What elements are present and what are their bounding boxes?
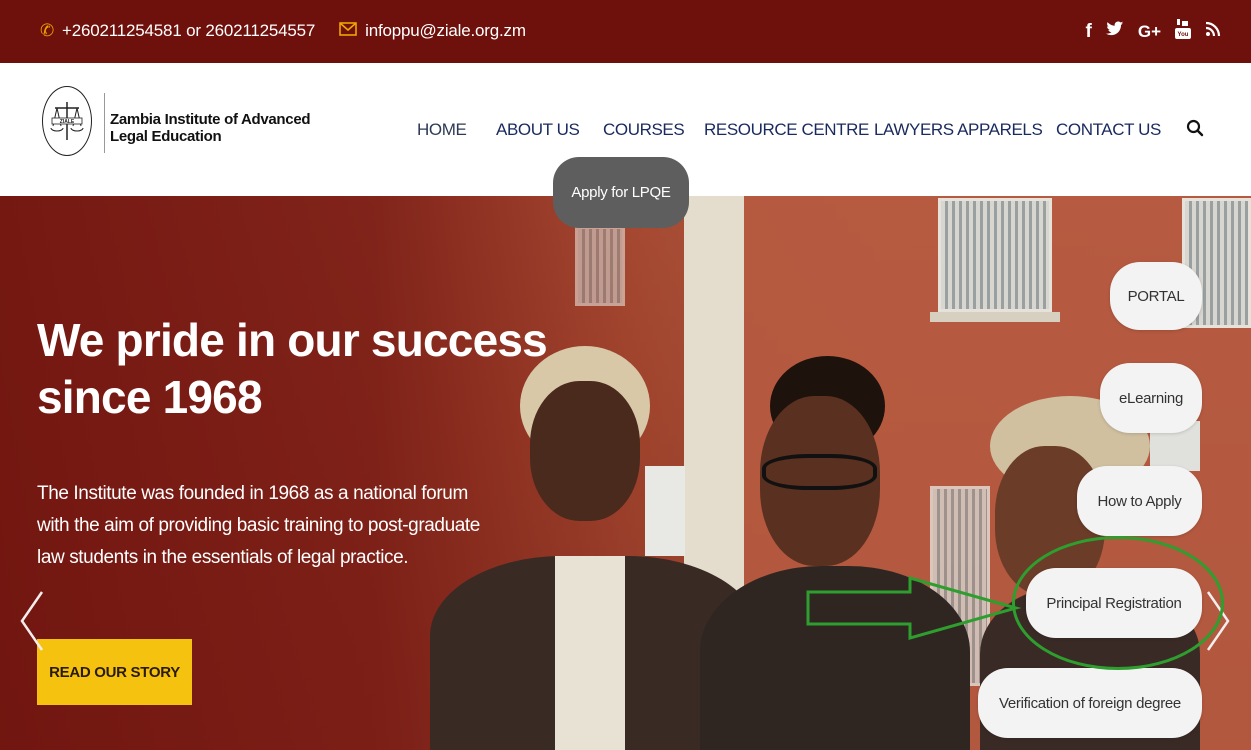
nav-resource-centre[interactable]: RESOURCE CENTRE — [704, 120, 869, 140]
nav-lawyers-apparels[interactable]: LAWYERS APPARELS — [874, 120, 1043, 140]
person-center-glasses — [762, 454, 877, 490]
portal-link[interactable]: PORTAL — [1110, 262, 1202, 330]
air-conditioner — [645, 466, 685, 556]
hero-description: The Institute was founded in 1968 as a n… — [37, 483, 480, 568]
highlight-ellipse — [1012, 536, 1224, 670]
highlight-arrow-icon — [806, 576, 1022, 640]
hero-title: We pride in our success since 1968 — [37, 312, 548, 426]
twitter-icon[interactable] — [1105, 21, 1124, 43]
verification-foreign-degree-link[interactable]: Verification of foreign degree — [978, 668, 1202, 738]
rss-icon[interactable] — [1205, 21, 1221, 43]
contact-info: ✆ +260211254581 or 260211254557 infoppu@… — [40, 21, 526, 41]
person-left-collar — [555, 556, 625, 750]
logo-divider — [104, 93, 105, 153]
nav-courses[interactable]: COURSES — [603, 120, 685, 140]
ziale-logo[interactable]: ZIALE — [42, 86, 92, 156]
apply-lpqe-button[interactable]: Apply for LPQE — [553, 157, 689, 228]
svg-text:You: You — [1178, 32, 1189, 38]
logo-mark: ZIALE — [60, 119, 75, 125]
search-icon[interactable] — [1186, 119, 1206, 139]
read-our-story-button[interactable]: READ OUR STORY — [37, 639, 192, 705]
facebook-icon[interactable]: f — [1086, 21, 1092, 43]
youtube-icon[interactable]: You — [1175, 19, 1191, 45]
nav-about-us[interactable]: ABOUT US — [496, 120, 580, 140]
email-address[interactable]: infoppu@ziale.org.zm — [365, 21, 526, 41]
hero-slider: We pride in our success since 1968 The I… — [0, 196, 1251, 750]
nav-contact-us[interactable]: CONTACT US — [1056, 120, 1161, 140]
top-contact-bar: ✆ +260211254581 or 260211254557 infoppu@… — [0, 0, 1251, 63]
slider-prev-arrow-icon[interactable] — [18, 590, 48, 652]
social-links: f G+ You — [1086, 19, 1221, 45]
hero-title-line-2: since 1968 — [37, 371, 263, 423]
phone-icon: ✆ — [40, 21, 55, 40]
google-plus-icon[interactable]: G+ — [1138, 22, 1161, 42]
how-to-apply-link[interactable]: How to Apply — [1077, 466, 1202, 536]
logo-line-2: Legal Education — [110, 128, 222, 145]
logo-text[interactable]: Zambia Institute of Advanced Legal Educa… — [110, 111, 311, 145]
window — [575, 226, 625, 306]
envelope-icon — [339, 21, 357, 41]
phone-number[interactable]: +260211254581 or 260211254557 — [62, 21, 315, 41]
elearning-link[interactable]: eLearning — [1100, 363, 1202, 433]
hero-title-line-1: We pride in our success — [37, 314, 548, 366]
column — [684, 196, 744, 616]
logo-line-1: Zambia Institute of Advanced — [110, 111, 311, 128]
nav-home[interactable]: HOME — [417, 120, 467, 140]
window — [938, 198, 1052, 312]
ledge — [930, 312, 1060, 322]
